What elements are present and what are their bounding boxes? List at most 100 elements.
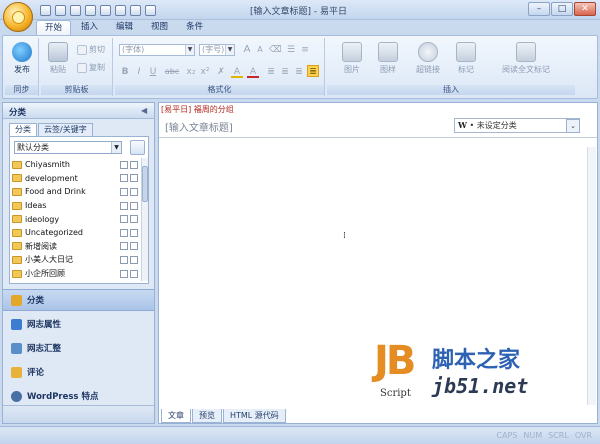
clear-format-icon[interactable]: ⌫ xyxy=(269,44,282,56)
tab-categories[interactable]: 分类 xyxy=(9,123,37,136)
insert-readmore-button[interactable]: 阅读全文标记 xyxy=(499,42,553,75)
tab-tags[interactable]: 云签/关键字 xyxy=(38,123,93,136)
checkbox[interactable] xyxy=(130,160,138,169)
add-category-button[interactable] xyxy=(130,140,145,155)
underline-button[interactable]: U xyxy=(147,66,159,78)
checkbox[interactable] xyxy=(130,242,138,251)
category-scrollbar[interactable] xyxy=(141,158,148,281)
tab-home[interactable]: 开始 xyxy=(36,20,72,36)
new-icon[interactable] xyxy=(85,5,96,16)
collapse-panel-icon[interactable]: ◀ xyxy=(141,106,147,115)
insert-tag-button[interactable]: 标记 xyxy=(451,42,481,75)
bold-button[interactable]: B xyxy=(119,66,131,78)
grow-font-button[interactable]: A xyxy=(241,44,253,56)
checkbox[interactable] xyxy=(120,269,128,278)
open-icon[interactable] xyxy=(100,5,111,16)
watermark-logo: JB xyxy=(374,338,416,384)
checkbox[interactable] xyxy=(120,242,128,251)
redo-icon[interactable] xyxy=(70,5,81,16)
nav-comments[interactable]: 评论 xyxy=(3,361,154,383)
cut-button[interactable]: 剪切 xyxy=(77,44,105,55)
checkbox[interactable] xyxy=(120,228,128,237)
post-title-input[interactable]: [输入文章标题] xyxy=(165,119,233,134)
align-left-icon[interactable]: ≣ xyxy=(265,66,277,78)
checkbox[interactable] xyxy=(130,255,138,264)
checkbox[interactable] xyxy=(130,269,138,278)
checkbox[interactable] xyxy=(120,215,128,224)
folder-icon xyxy=(12,187,22,196)
application-menu-button[interactable] xyxy=(3,2,33,32)
print-icon[interactable] xyxy=(115,5,126,16)
insert-image-button[interactable]: 图片 xyxy=(337,42,367,75)
save-icon[interactable] xyxy=(40,5,51,16)
list-item[interactable]: Uncategorized xyxy=(12,226,138,240)
clear-icon[interactable]: ✗ xyxy=(215,66,227,78)
size-combo[interactable]: (字号) ▼ xyxy=(199,44,235,56)
checkbox[interactable] xyxy=(120,160,128,169)
nav-wordpress[interactable]: WordPress 特点 xyxy=(3,385,154,407)
align-justify-icon[interactable]: ≣ xyxy=(307,65,319,77)
list-item[interactable]: ideology xyxy=(12,212,138,226)
caps-indicator: CAPS xyxy=(496,431,518,440)
tab-html-source[interactable]: HTML 源代码 xyxy=(223,409,286,423)
font-combo[interactable]: (字体) ▼ xyxy=(119,44,195,56)
italic-button[interactable]: I xyxy=(133,66,145,78)
checkbox[interactable] xyxy=(120,201,128,210)
paste-button[interactable]: 粘贴 xyxy=(43,42,73,75)
font-color-button[interactable]: A xyxy=(247,66,259,78)
comment-icon xyxy=(11,366,22,378)
category-select[interactable]: 默认分类 ▼ xyxy=(14,141,122,154)
list-item[interactable]: Food and Drink xyxy=(12,185,138,199)
tab-conditions[interactable]: 条件 xyxy=(178,20,211,36)
tab-view[interactable]: 视图 xyxy=(143,20,176,36)
align-center-icon[interactable]: ≣ xyxy=(279,66,291,78)
undo-icon[interactable] xyxy=(55,5,66,16)
superscript-button[interactable]: x² xyxy=(199,66,211,78)
properties-icon xyxy=(11,318,22,330)
checkbox[interactable] xyxy=(130,187,138,196)
highlight-button[interactable]: A xyxy=(231,66,243,78)
tab-article[interactable]: 文章 xyxy=(161,409,191,423)
list-item[interactable]: 小企所回顾 xyxy=(12,267,138,281)
list-item[interactable]: 小美人大日记 xyxy=(12,253,138,267)
list-item[interactable]: development xyxy=(12,172,138,186)
category-tag-field[interactable]: W • 未设定分类 xyxy=(454,118,580,133)
group-insert: 图片 图样 超链接 标记 阅读全文标记 插入 xyxy=(327,38,575,96)
shrink-font-button[interactable]: A xyxy=(254,44,266,56)
strikethrough-button[interactable]: abc xyxy=(163,66,181,78)
list-item[interactable]: Chiyasmith xyxy=(12,158,138,172)
tab-preview[interactable]: 预览 xyxy=(192,409,222,423)
checkbox[interactable] xyxy=(130,228,138,237)
group-label-clipboard: 剪贴板 xyxy=(41,85,112,95)
minimize-button[interactable]: – xyxy=(528,2,550,16)
insert-table-button[interactable]: 图样 xyxy=(373,42,403,75)
nav-blog-properties[interactable]: 网志属性 xyxy=(3,313,154,335)
checkbox[interactable] xyxy=(120,187,128,196)
tab-edit[interactable]: 编辑 xyxy=(108,20,141,36)
nav-categories[interactable]: 分类 xyxy=(3,289,154,311)
editor-scrollbar[interactable] xyxy=(587,147,596,405)
align-right-icon[interactable]: ≣ xyxy=(293,66,305,78)
list-item[interactable]: Ideas xyxy=(12,199,138,213)
checkbox[interactable] xyxy=(120,174,128,183)
numbering-icon[interactable]: ≡ xyxy=(299,44,311,56)
insert-hyperlink-button[interactable]: 超链接 xyxy=(413,42,443,75)
copy-button[interactable]: 复制 xyxy=(77,62,105,73)
checkbox[interactable] xyxy=(130,215,138,224)
mail-icon[interactable] xyxy=(130,5,141,16)
subscript-button[interactable]: x₂ xyxy=(185,66,197,78)
help-icon[interactable] xyxy=(145,5,156,16)
group-label-insert: 插入 xyxy=(327,85,575,95)
maximize-button[interactable]: □ xyxy=(551,2,573,16)
bullets-icon[interactable]: ☰ xyxy=(285,44,297,56)
tab-insert[interactable]: 插入 xyxy=(73,20,106,36)
checkbox[interactable] xyxy=(130,174,138,183)
publish-button[interactable]: 发布 xyxy=(7,42,37,75)
checkbox[interactable] xyxy=(120,255,128,264)
tag-dropdown-button[interactable]: ⌄ xyxy=(566,119,580,133)
scrollbar-thumb[interactable] xyxy=(142,166,148,202)
checkbox[interactable] xyxy=(130,201,138,210)
nav-blog-archive[interactable]: 网志汇整 xyxy=(3,337,154,359)
list-item[interactable]: 新增阅读 xyxy=(12,240,138,254)
close-button[interactable]: ✕ xyxy=(574,2,596,16)
